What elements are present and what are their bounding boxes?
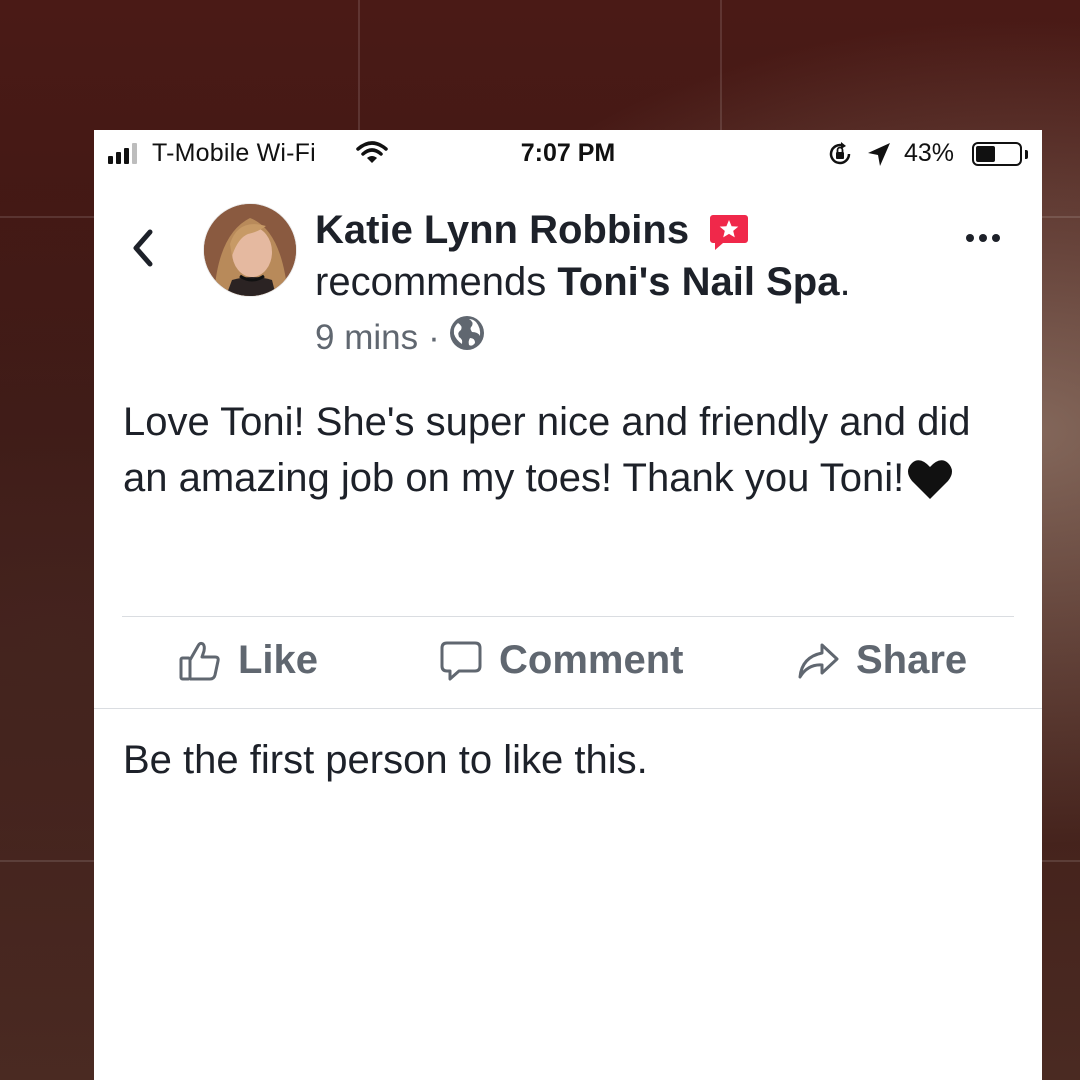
share-arrow-icon: [798, 643, 839, 678]
post-meta: 9 mins ·: [315, 314, 486, 361]
comment-button[interactable]: Comment: [439, 638, 683, 683]
page-name-link[interactable]: Toni's Nail Spa: [557, 260, 839, 304]
post-body: Love Toni! She's super nice and friendly…: [123, 394, 1003, 516]
battery-tip: [1025, 150, 1028, 159]
author-name[interactable]: Katie Lynn Robbins: [315, 208, 689, 253]
battery-percent: 43%: [904, 139, 955, 167]
status-bar: T-Mobile Wi-Fi 7:07 PM 43%: [94, 130, 1042, 180]
battery-icon: [972, 142, 1022, 166]
more-dot: [979, 234, 987, 242]
back-button[interactable]: [130, 228, 156, 273]
divider: [122, 616, 1014, 617]
more-options-button[interactable]: [966, 234, 1000, 242]
location-arrow-icon: [866, 140, 892, 173]
chevron-left-icon: [133, 229, 153, 267]
post-body-text: Love Toni! She's super nice and friendly…: [123, 400, 971, 500]
like-label: Like: [238, 638, 319, 682]
status-time: 7:07 PM: [520, 139, 616, 167]
recommendation-star-icon: [709, 213, 749, 256]
background-tile-line: [358, 0, 360, 130]
page-name-punct: .: [839, 260, 851, 304]
more-dot: [966, 234, 974, 242]
like-button[interactable]: Like: [178, 638, 318, 683]
background-tile-line: [720, 0, 722, 130]
share-button[interactable]: Share: [796, 638, 967, 683]
post-timestamp[interactable]: 9 mins: [315, 318, 418, 358]
meta-separator: ·: [428, 317, 440, 357]
more-dot: [992, 234, 1000, 242]
globe-icon: [448, 314, 486, 361]
share-label: Share: [856, 638, 968, 682]
avatar[interactable]: [204, 204, 296, 296]
post-actions-bar: Like Comment Share: [94, 618, 1042, 708]
likes-summary[interactable]: Be the first person to like this.: [123, 738, 648, 783]
thumbs-up-icon: [179, 641, 220, 680]
post-screen: T-Mobile Wi-Fi 7:07 PM 43% Katie Lynn Ro…: [94, 130, 1042, 1080]
recommendation-line: recommends Toni's Nail Spa.: [315, 260, 851, 305]
black-heart-icon: [906, 457, 954, 516]
recommends-text: recommends: [315, 260, 547, 304]
comment-label: Comment: [499, 638, 684, 682]
rotation-lock-icon: [826, 140, 854, 173]
divider: [94, 708, 1042, 709]
comment-bubble-icon: [440, 641, 482, 680]
